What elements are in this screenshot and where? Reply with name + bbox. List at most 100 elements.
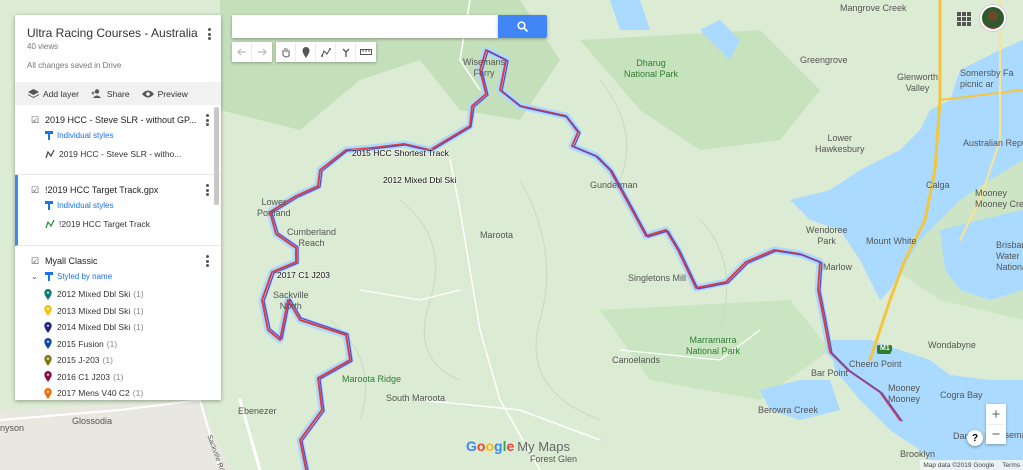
layer-header: ☑ !2019 HCC Target Track.gpx [31,182,221,198]
map-pin-icon [44,354,52,366]
directions-button[interactable] [336,42,356,62]
my-maps-label: My Maps [517,439,570,454]
map-options-icon[interactable] [203,27,215,41]
search-input[interactable] [232,15,498,38]
layer-name[interactable]: !2019 HCC Target Track.gpx [45,185,158,195]
place-label: Mooney Mooney Cre [975,188,1023,209]
map-pin-icon [44,305,52,317]
undo-redo-group [232,42,272,62]
place-label: Mooney Mooney [888,383,921,404]
undo-button[interactable] [232,42,252,62]
layer-options-icon[interactable] [201,183,213,197]
redo-icon [258,48,267,56]
layer-checkbox[interactable]: ☑ [31,256,41,266]
place-label: Maroota [480,230,514,240]
track-label: 2012 Mixed Dbl Ski [383,175,457,185]
apps-grid-icon[interactable] [957,12,971,26]
layer-feature-label: !2019 HCC Target Track [59,219,151,229]
redo-button[interactable] [252,42,272,62]
add-layer-button[interactable]: Add layer [28,88,79,99]
place-label: Lower Portland [257,197,291,218]
place-label: Calga [926,180,950,190]
map-pin-icon [44,321,52,333]
map-pin-icon [44,371,52,383]
park-label: Dharug National Park [624,58,679,79]
terms-link[interactable]: Terms [1002,462,1020,469]
layer-style-link[interactable]: Individual styles [31,198,221,212]
eye-icon [141,90,154,97]
layer-feature[interactable]: !2019 HCC Target Track [31,216,221,232]
pin-count: (1) [132,388,144,399]
add-marker-button[interactable] [296,42,316,62]
place-label: Greengrove [800,55,848,65]
layer-header: ☑ 2019 HCC - Steve SLR - without GP... [31,112,221,128]
zoom-out-button[interactable]: − [986,424,1006,444]
map-title[interactable]: Ultra Racing Courses - Australia [27,26,209,40]
place-label: Forest Glen [530,454,578,464]
layer-style-link[interactable]: ⌄ Styled by name [31,269,221,283]
layer-name[interactable]: Myall Classic [45,256,98,266]
place-label: Ebenezer [238,406,277,416]
panel-toolbar: Add layer Share Preview [15,82,221,105]
layers-icon [28,88,39,98]
place-label: Brooklyn [900,449,936,459]
place-label: Wendoree Park [806,225,848,246]
layer-header: ☑ Myall Classic [31,253,221,269]
zoom-in-button[interactable]: + [986,404,1006,424]
search-button[interactable] [498,15,547,38]
place-label: Somersby Fa picnic ar [960,68,1014,89]
pin-count: (1) [133,289,144,300]
help-button[interactable]: ? [967,430,983,446]
layer-checkbox[interactable]: ☑ [31,115,41,125]
pin-list-item[interactable]: 2015 Fusion (1) [15,336,221,353]
panel-scrollbar[interactable] [214,107,219,205]
preview-button[interactable]: Preview [141,89,188,99]
draw-line-button[interactable] [316,42,336,62]
map-pin-icon [44,338,52,350]
line-path-icon [45,149,55,159]
measure-button[interactable] [356,42,376,62]
place-label: Australian Reptil [963,138,1023,148]
google-my-maps-logo: Google My Maps [466,438,570,454]
place-label: Berowra Creek [758,405,819,415]
layer-item-selected[interactable]: ☑ !2019 HCC Target Track.gpx Individual … [15,175,221,246]
pin-list-item[interactable]: 2013 Mixed Dbl Ski (1) [15,303,221,320]
pin-count: (1) [112,371,124,382]
pin-count: (1) [106,338,118,349]
layer-style-link[interactable]: Individual styles [31,128,221,142]
chevron-down-icon[interactable]: ⌄ [31,272,45,281]
layer-name[interactable]: 2019 HCC - Steve SLR - without GP... [45,115,196,125]
pin-list-item[interactable]: 2014 Mixed Dbl Ski (1) [15,319,221,336]
pin-label: 2016 C1 J203 [57,371,110,382]
paint-bucket-icon [45,130,53,140]
pin-label: 2013 Mixed Dbl Ski [57,305,131,316]
place-label: Mount White [866,236,917,246]
track-label: 2017 C1 J203 [277,270,330,280]
place-label: Wisemans Ferry [463,57,506,78]
layer-item[interactable]: ☑ Myall Classic ⌄ Styled by name 2012 Mi… [15,246,221,400]
road-shield-m1: M1 [878,345,892,352]
layer-item[interactable]: ☑ 2019 HCC - Steve SLR - without GP... I… [15,105,221,175]
layer-checkbox[interactable]: ☑ [31,185,41,195]
pin-label: 2015 J-203 [57,355,100,366]
map-data-text: Map data ©2019 Google [923,461,995,469]
pin-list-item[interactable]: 2017 Mens V40 C2 (1) [15,385,221,400]
layer-feature[interactable]: 2019 HCC - Steve SLR - witho... [31,146,221,162]
map-views: 40 views [27,42,59,51]
pin-list-item[interactable]: 2016 C1 J203 (1) [15,369,221,386]
pin-list-item[interactable]: 2012 Mixed Dbl Ski (1) [15,286,221,303]
layer-options-icon[interactable] [201,254,213,268]
pin-count: (1) [133,322,144,333]
pan-hand-button[interactable] [276,42,296,62]
pin-list-item[interactable]: 2015 J-203 (1) [15,352,221,369]
directions-icon [342,48,349,57]
place-label: Canoelands [612,355,661,365]
place-label: nyson [0,423,25,433]
place-label: Glossodia [72,416,113,426]
layer-options-icon[interactable] [201,113,213,127]
share-button[interactable]: Share [91,89,130,99]
avatar[interactable] [980,5,1006,31]
pin-label: 2015 Fusion [57,338,104,349]
panel-header: Ultra Racing Courses - Australia 40 view… [15,15,221,82]
map-tools-group [276,42,376,62]
